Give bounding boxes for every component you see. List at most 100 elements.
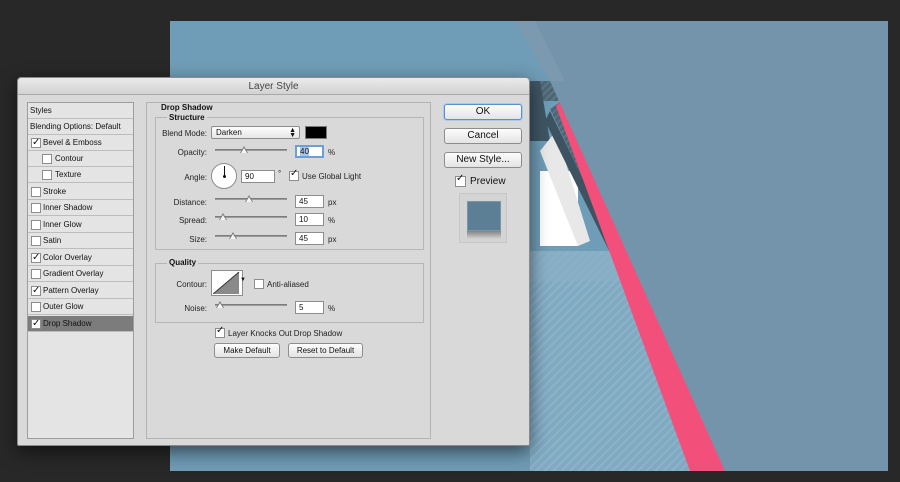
noise-unit: % — [328, 304, 336, 313]
pattern-overlay-checkbox[interactable] — [31, 283, 41, 298]
style-label: Bevel & Emboss — [43, 138, 102, 147]
spread-slider[interactable] — [215, 213, 287, 221]
styles-header[interactable]: Styles — [28, 103, 133, 119]
size-unit: px — [328, 235, 337, 244]
drop-shadow-title: Drop Shadow — [161, 103, 213, 112]
style-bevel-emboss[interactable]: Bevel & Emboss — [28, 135, 133, 151]
noise-slider[interactable] — [215, 301, 287, 309]
opacity-value: 40 — [300, 147, 309, 156]
color-overlay-checkbox[interactable] — [31, 250, 41, 265]
drop-shadow-checkbox[interactable] — [31, 316, 41, 331]
opacity-slider[interactable] — [215, 146, 287, 154]
preview-label: Preview — [470, 176, 506, 187]
distance-input[interactable]: 45 — [295, 195, 324, 208]
slider-thumb-icon[interactable] — [216, 301, 224, 309]
cancel-button[interactable]: Cancel — [444, 128, 522, 144]
opacity-label: Opacity: — [177, 148, 207, 157]
blend-mode-select[interactable]: Darken ▲ ▼ — [211, 126, 300, 139]
style-label: Satin — [43, 236, 62, 245]
style-label: Inner Glow — [43, 220, 82, 229]
bevel-emboss-checkbox[interactable] — [31, 135, 41, 150]
dialog-title[interactable]: Layer Style — [18, 78, 529, 95]
distance-unit: px — [328, 198, 337, 207]
styles-header-label: Styles — [30, 106, 52, 115]
drop-shadow-panel: Drop Shadow Structure Blend Mode: Darken… — [146, 102, 431, 439]
blend-mode-label: Blend Mode: — [162, 129, 207, 138]
style-pattern-overlay[interactable]: Pattern Overlay — [28, 283, 133, 299]
contour-dropdown-icon[interactable]: ▼ — [240, 277, 246, 283]
style-inner-glow[interactable]: Inner Glow — [28, 217, 133, 233]
style-preview-thumbnail — [459, 193, 507, 243]
noise-input[interactable]: 5 — [295, 301, 324, 314]
style-label: Inner Shadow — [43, 203, 93, 212]
contour-picker[interactable] — [211, 270, 243, 296]
style-color-overlay[interactable]: Color Overlay — [28, 250, 133, 266]
opacity-unit: % — [328, 148, 336, 157]
angle-input[interactable]: 90 — [241, 170, 275, 183]
spread-label: Spread: — [178, 216, 207, 225]
use-global-light-checkbox[interactable] — [289, 168, 299, 181]
slider-thumb-icon[interactable] — [240, 146, 248, 154]
stroke-checkbox[interactable] — [31, 187, 41, 197]
spread-unit: % — [328, 216, 336, 225]
slider-thumb-icon[interactable] — [245, 195, 253, 203]
anti-aliased-checkbox[interactable] — [254, 279, 264, 289]
updown-arrows-icon: ▲ ▼ — [289, 127, 296, 139]
knockout-label: Layer Knocks Out Drop Shadow — [228, 329, 343, 338]
outer-glow-checkbox[interactable] — [31, 302, 41, 312]
inner-shadow-checkbox[interactable] — [31, 203, 41, 213]
angle-dial[interactable] — [211, 163, 237, 189]
style-label: Pattern Overlay — [43, 286, 99, 295]
blending-options-label: Blending Options: Default — [30, 122, 121, 131]
quality-title: Quality — [167, 258, 199, 267]
new-style-button[interactable]: New Style... — [444, 152, 522, 168]
layer-style-dialog: Layer Style Styles Blending Options: Def… — [17, 77, 530, 446]
ok-button[interactable]: OK — [444, 104, 522, 120]
use-global-light-label: Use Global Light — [302, 172, 362, 181]
texture-checkbox[interactable] — [42, 170, 52, 180]
style-label: Color Overlay — [43, 253, 92, 262]
angle-unit: ° — [278, 169, 282, 178]
styles-list: Styles Blending Options: Default Bevel &… — [27, 102, 134, 439]
spread-input[interactable]: 10 — [295, 213, 324, 226]
style-stroke[interactable]: Stroke — [28, 184, 133, 200]
gradient-overlay-checkbox[interactable] — [31, 269, 41, 279]
make-default-button[interactable]: Make Default — [214, 343, 280, 358]
style-label: Contour — [55, 154, 84, 163]
style-inner-shadow[interactable]: Inner Shadow — [28, 200, 133, 216]
preview-checkbox[interactable] — [455, 173, 466, 187]
style-label: Outer Glow — [43, 302, 84, 311]
style-texture[interactable]: Texture — [28, 167, 133, 183]
blending-options[interactable]: Blending Options: Default — [28, 119, 133, 135]
structure-title: Structure — [167, 113, 207, 122]
inner-glow-checkbox[interactable] — [31, 220, 41, 230]
knockout-checkbox[interactable] — [215, 325, 225, 338]
angle-label: Angle: — [184, 173, 207, 182]
contour-checkbox[interactable] — [42, 154, 52, 164]
slider-thumb-icon[interactable] — [229, 232, 237, 240]
quality-group — [155, 263, 424, 323]
size-slider[interactable] — [215, 232, 287, 240]
style-label: Stroke — [43, 187, 67, 196]
linear-contour-icon — [213, 272, 240, 294]
shadow-color-swatch[interactable] — [305, 126, 327, 139]
style-gradient-overlay[interactable]: Gradient Overlay — [28, 266, 133, 282]
style-satin[interactable]: Satin — [28, 233, 133, 249]
noise-label: Noise: — [184, 304, 207, 313]
size-input[interactable]: 45 — [295, 232, 324, 245]
style-label: Texture — [55, 170, 82, 179]
style-drop-shadow[interactable]: Drop Shadow — [28, 316, 133, 332]
style-label: Gradient Overlay — [43, 269, 104, 278]
slider-thumb-icon[interactable] — [219, 213, 227, 221]
style-label: Drop Shadow — [43, 319, 92, 328]
anti-aliased-label: Anti-aliased — [267, 280, 309, 289]
reset-default-button[interactable]: Reset to Default — [288, 343, 363, 358]
size-label: Size: — [189, 235, 207, 244]
satin-checkbox[interactable] — [31, 236, 41, 246]
blend-mode-value: Darken — [216, 128, 242, 137]
style-outer-glow[interactable]: Outer Glow — [28, 299, 133, 315]
opacity-input[interactable]: 40 — [295, 145, 324, 158]
style-contour[interactable]: Contour — [28, 151, 133, 167]
distance-label: Distance: — [173, 198, 207, 207]
distance-slider[interactable] — [215, 195, 287, 203]
